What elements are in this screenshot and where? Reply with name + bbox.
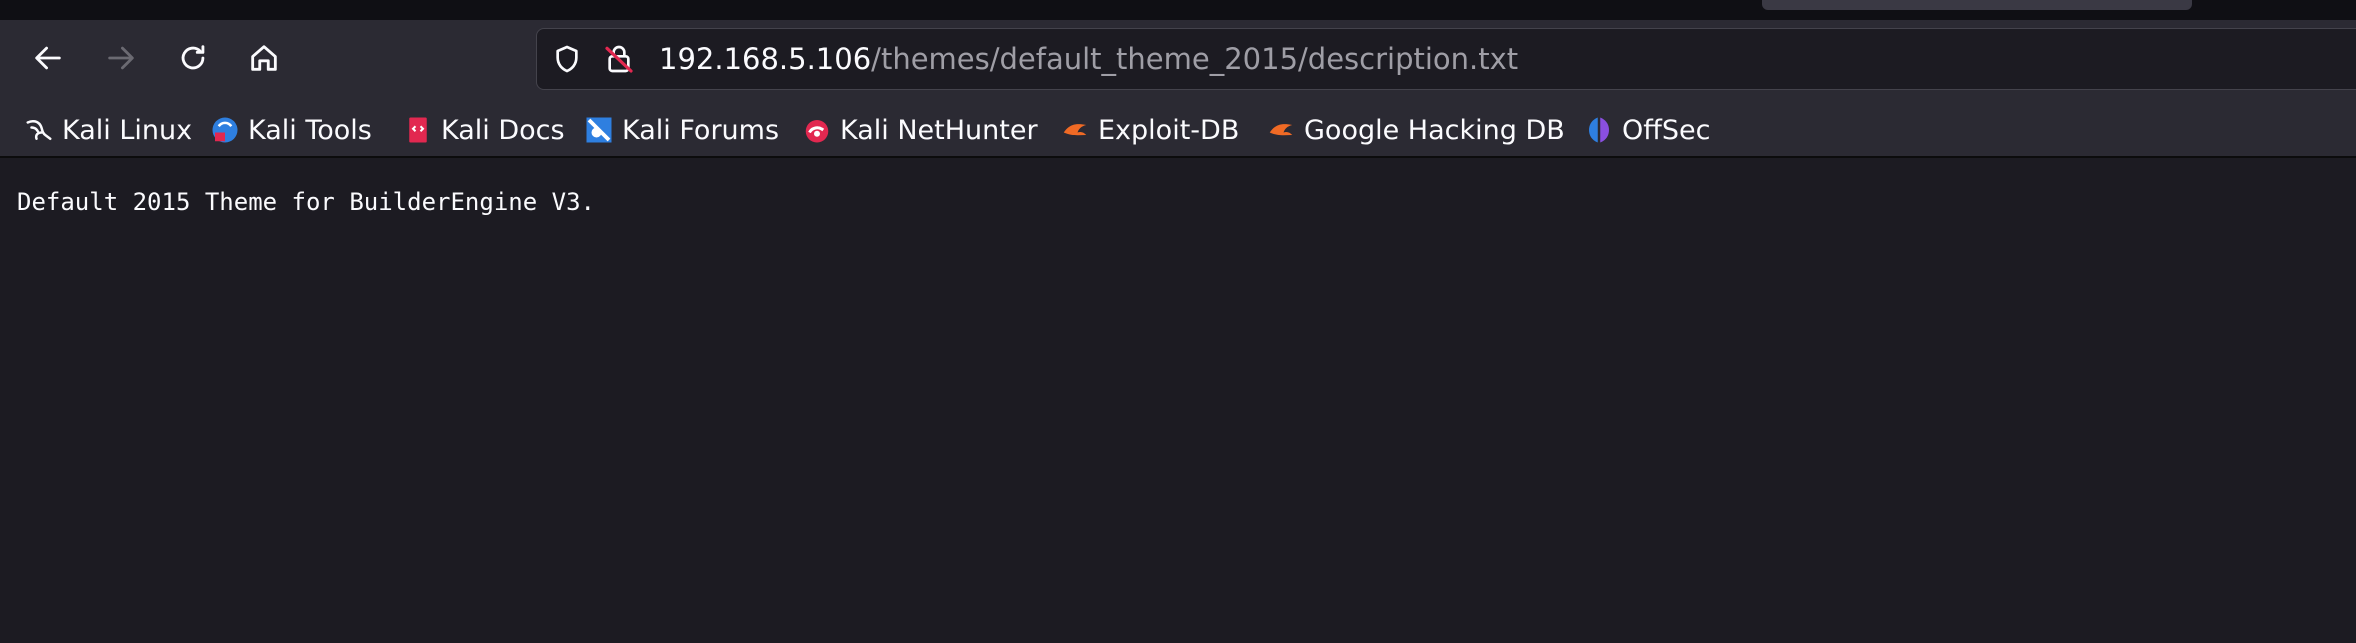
back-arrow-icon (35, 46, 61, 70)
home-button[interactable] (242, 36, 286, 80)
reload-icon (181, 45, 205, 70)
insecure-lock-icon (605, 45, 633, 73)
url-text[interactable]: 192.168.5.106/themes/default_theme_2015/… (659, 29, 1518, 89)
back-button[interactable] (26, 36, 70, 80)
home-icon (251, 45, 277, 71)
page-content: Default 2015 Theme for BuilderEngine V3. (0, 158, 2356, 643)
bookmark-label: Exploit-DB (1098, 114, 1240, 146)
bookmarks-toolbar: Kali Linux Kali Tools Kali Docs Kali For… (0, 100, 2356, 158)
bookmark-kali-forums[interactable]: Kali Forums (584, 110, 779, 150)
url-bar[interactable]: 192.168.5.106/themes/default_theme_2015/… (536, 28, 2356, 90)
kali-dragon-icon (24, 115, 54, 145)
bookmark-label: Google Hacking DB (1304, 114, 1565, 146)
exploit-db-icon (1060, 115, 1090, 145)
browser-window: 192.168.5.106/themes/default_theme_2015/… (0, 0, 2356, 643)
bookmark-kali-tools[interactable]: Kali Tools (210, 110, 372, 150)
bookmark-kali-linux[interactable]: Kali Linux (24, 110, 192, 150)
forward-button[interactable] (99, 36, 143, 80)
bookmark-label: Kali Linux (62, 114, 193, 146)
bookmark-label: Kali NetHunter (840, 114, 1038, 146)
bookmark-offsec[interactable]: OffSec (1584, 110, 1710, 150)
tracking-protection-button[interactable] (549, 41, 585, 77)
bookmark-kali-nethunter[interactable]: Kali NetHunter (802, 110, 1038, 150)
bookmark-label: OffSec (1622, 114, 1711, 146)
reload-button[interactable] (171, 36, 215, 80)
url-path: /themes/default_theme_2015/description.t… (871, 42, 1519, 76)
bookmark-kali-docs[interactable]: Kali Docs (403, 110, 565, 150)
connection-info-button[interactable] (601, 41, 637, 77)
kali-tools-icon (210, 115, 240, 145)
kali-forums-icon (584, 115, 614, 145)
url-host: 192.168.5.106 (659, 42, 872, 76)
bookmark-label: Kali Docs (441, 114, 565, 146)
tab-strip-scroll-thumb[interactable] (1762, 0, 2192, 10)
forward-arrow-icon (108, 46, 134, 70)
bookmark-label: Kali Tools (248, 114, 372, 146)
bookmark-google-hacking-db[interactable]: Google Hacking DB (1266, 110, 1565, 150)
ghdb-icon (1266, 115, 1296, 145)
navigation-toolbar: 192.168.5.106/themes/default_theme_2015/… (0, 20, 2356, 100)
bookmark-exploit-db[interactable]: Exploit-DB (1060, 110, 1239, 150)
plain-text-document: Default 2015 Theme for BuilderEngine V3. (17, 188, 595, 216)
kali-docs-icon (403, 115, 433, 145)
bookmark-label: Kali Forums (622, 114, 780, 146)
kali-nethunter-icon (802, 115, 832, 145)
shield-icon (556, 45, 578, 73)
tab-strip (0, 0, 2356, 20)
offsec-icon (1584, 115, 1614, 145)
